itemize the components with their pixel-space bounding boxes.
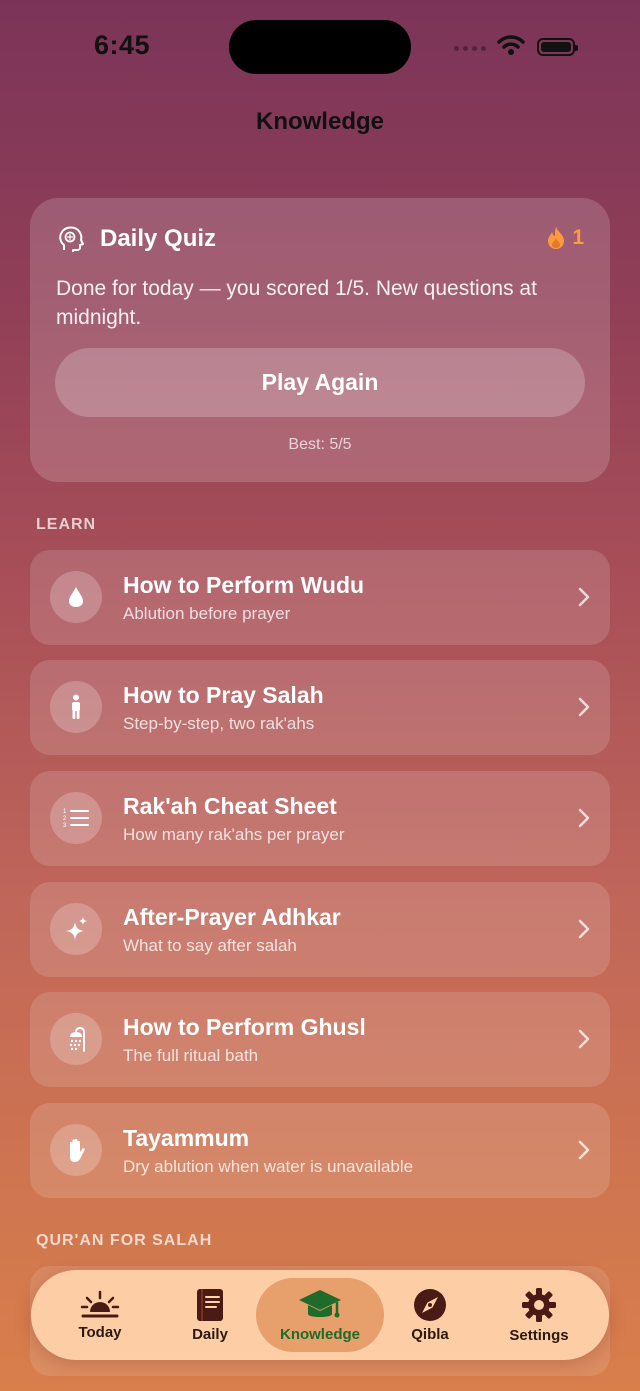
status-bar: 6:45 xyxy=(0,0,640,96)
learn-item-title: Tayammum xyxy=(123,1125,250,1151)
learn-item-icon-container xyxy=(50,681,102,733)
tab-qibla[interactable]: Qibla xyxy=(381,1278,479,1352)
numbered-list-icon: 1 2 3 xyxy=(63,809,89,829)
tab-bar: Today Daily Knowledge Qibla Settings xyxy=(31,1270,609,1360)
section-header-quran: QUR'AN FOR SALAH xyxy=(36,1232,213,1249)
tab-label: Today xyxy=(78,1323,122,1341)
learn-item-subtitle: The full ritual bath xyxy=(123,1046,259,1065)
learn-item-subtitle: Dry ablution when water is unavailable xyxy=(123,1157,414,1176)
learn-item-title: How to Perform Ghusl xyxy=(123,1014,366,1040)
learn-item-title: Rak'ah Cheat Sheet xyxy=(123,793,337,819)
streak-count: 1 xyxy=(572,226,584,249)
svg-text:1: 1 xyxy=(63,809,67,815)
battery-icon xyxy=(537,38,578,56)
learn-item-title: How to Perform Wudu xyxy=(123,572,365,598)
learn-item-title: How to Pray Salah xyxy=(123,682,324,708)
learn-item-subtitle: Ablution before prayer xyxy=(123,604,291,623)
learn-item-salah[interactable]: How to Pray Salah Step-by-step, two rak'… xyxy=(30,660,610,755)
wifi-icon xyxy=(497,35,525,55)
water-drop-icon xyxy=(69,587,83,607)
learn-item-wudu[interactable]: How to Perform Wudu Ablution before pray… xyxy=(30,550,610,645)
learn-item-icon-container: 1 2 3 xyxy=(50,792,102,844)
learn-item-title: After-Prayer Adhkar xyxy=(123,904,341,930)
learn-item-rakah-cheat-sheet[interactable]: 1 2 3 Rak'ah Cheat Sheet How many rak'ah… xyxy=(30,771,610,866)
learn-item-subtitle: How many rak'ahs per prayer xyxy=(123,825,345,844)
learn-item-subtitle: Step-by-step, two rak'ahs xyxy=(123,714,315,733)
play-again-button[interactable]: Play Again xyxy=(55,348,585,417)
flame-icon xyxy=(548,227,565,249)
hand-icon xyxy=(70,1138,85,1162)
chevron-right-icon xyxy=(578,587,590,607)
gear-icon xyxy=(522,1287,556,1322)
tab-label: Daily xyxy=(192,1325,228,1343)
status-time: 6:45 xyxy=(94,30,151,60)
standing-person-icon xyxy=(72,694,80,719)
learn-item-icon-container xyxy=(50,1013,102,1065)
chevron-right-icon xyxy=(578,919,590,939)
tab-knowledge[interactable]: Knowledge xyxy=(256,1278,384,1352)
shower-icon xyxy=(69,1026,85,1052)
learn-item-icon-container xyxy=(50,1124,102,1176)
tab-settings[interactable]: Settings xyxy=(489,1278,589,1352)
tab-daily[interactable]: Daily xyxy=(161,1278,259,1352)
cellular-signal-icon xyxy=(454,46,486,51)
book-icon xyxy=(197,1288,223,1321)
page-title: Knowledge xyxy=(255,108,384,135)
tab-today[interactable]: Today xyxy=(51,1278,149,1352)
daily-quiz-card: Daily Quiz 1 Done for today — you scored… xyxy=(30,198,610,482)
streak-badge: 1 xyxy=(546,226,584,250)
learn-item-icon-container xyxy=(50,903,102,955)
chevron-right-icon xyxy=(578,697,590,717)
learn-item-subtitle: What to say after salah xyxy=(123,936,297,955)
chevron-right-icon xyxy=(578,808,590,828)
svg-text:2: 2 xyxy=(63,816,67,822)
chevron-right-icon xyxy=(578,1140,590,1160)
best-score: Best: 5/5 xyxy=(288,436,352,453)
learn-item-ghusl[interactable]: How to Perform Ghusl The full ritual bat… xyxy=(30,992,610,1087)
tab-label: Qibla xyxy=(411,1325,449,1343)
graduation-cap-icon xyxy=(299,1289,341,1317)
svg-text:3: 3 xyxy=(63,823,67,829)
quiz-title: Daily Quiz xyxy=(100,225,217,252)
chevron-right-icon xyxy=(578,1029,590,1049)
section-header-learn: LEARN xyxy=(36,516,97,533)
brain-head-icon xyxy=(59,226,84,252)
learn-item-icon-container xyxy=(50,571,102,623)
sparkles-icon xyxy=(66,917,87,940)
learn-item-adhkar[interactable]: After-Prayer Adhkar What to say after sa… xyxy=(30,882,610,977)
tab-label: Knowledge xyxy=(279,1325,360,1343)
quiz-status-message: Done for today — you scored 1/5. New que… xyxy=(56,277,537,329)
quiz-header: Daily Quiz xyxy=(56,224,216,254)
dynamic-island xyxy=(229,20,411,74)
tab-label: Settings xyxy=(509,1326,569,1344)
sunrise-icon xyxy=(80,1290,120,1317)
compass-icon xyxy=(414,1288,446,1321)
learn-item-tayammum[interactable]: Tayammum Dry ablution when water is unav… xyxy=(30,1103,610,1198)
